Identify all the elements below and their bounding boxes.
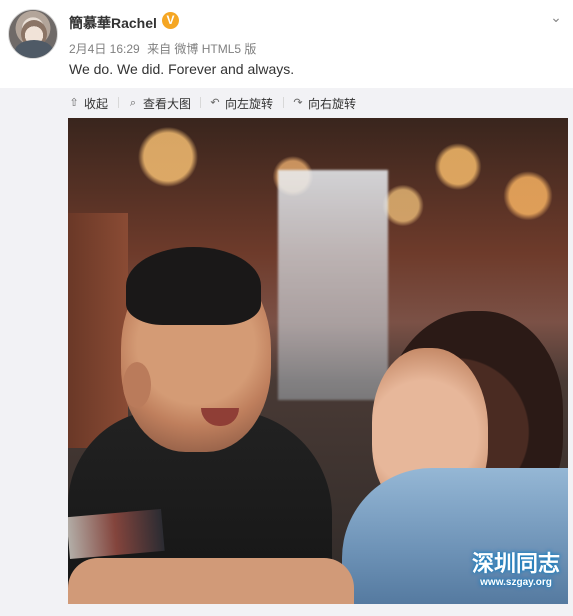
up-arrow-icon: ⇧ xyxy=(69,97,79,109)
rotate-left-button[interactable]: ↶ 向左旋转 xyxy=(209,95,273,111)
watermark: 深圳同志 www.szgay.org xyxy=(469,551,563,597)
photo-man-hair xyxy=(126,247,261,325)
view-large-button[interactable]: ⌕ 查看大图 xyxy=(127,95,191,111)
chevron-down-icon[interactable]: ⌄ xyxy=(549,10,563,24)
photo-window-light xyxy=(278,170,388,400)
toolbar-divider xyxy=(283,97,284,108)
post-header: 簡慕華Rachel V ⌄ 2月4日 16:29 来自 微博 HTML5 版 W… xyxy=(0,0,573,88)
rotate-right-label: 向右旋转 xyxy=(308,96,357,111)
view-large-label: 查看大图 xyxy=(143,96,192,111)
watermark-title: 深圳同志 xyxy=(471,551,560,576)
rotate-right-icon: ↷ xyxy=(293,97,303,109)
avatar[interactable] xyxy=(8,9,58,59)
watermark-url: www.szgay.org xyxy=(480,577,552,588)
photo-shirt-print xyxy=(68,508,165,560)
rotate-left-label: 向左旋转 xyxy=(225,96,274,111)
photo-man-ear xyxy=(123,362,151,408)
post-text: We do. We did. Forever and always. xyxy=(69,61,295,77)
collapse-button[interactable]: ⇧ 收起 xyxy=(68,95,108,111)
post-photo[interactable]: 深圳同志 www.szgay.org xyxy=(68,118,568,604)
post-date[interactable]: 2月4日 16:29 xyxy=(69,42,140,56)
photo-background-wall xyxy=(68,213,128,448)
media-area: ⇧ 收起 ⌕ 查看大图 ↶ 向左旋转 ↷ 向右旋转 深圳同志 www.szgay… xyxy=(0,88,573,616)
rotate-right-button[interactable]: ↷ 向右旋转 xyxy=(292,95,356,111)
post-meta: 2月4日 16:29 来自 微博 HTML5 版 xyxy=(69,40,260,57)
post-source: 来自 微博 HTML5 版 xyxy=(147,42,257,56)
search-icon: ⌕ xyxy=(129,97,137,109)
verified-badge: V xyxy=(162,12,179,29)
rotate-left-icon: ↶ xyxy=(210,97,220,109)
photo-arm xyxy=(68,558,354,604)
collapse-label: 收起 xyxy=(84,96,109,111)
username[interactable]: 簡慕華Rachel xyxy=(69,13,157,33)
image-toolbar: ⇧ 收起 ⌕ 查看大图 ↶ 向左旋转 ↷ 向右旋转 xyxy=(68,88,568,117)
toolbar-divider xyxy=(118,97,119,108)
toolbar-divider xyxy=(200,97,201,108)
